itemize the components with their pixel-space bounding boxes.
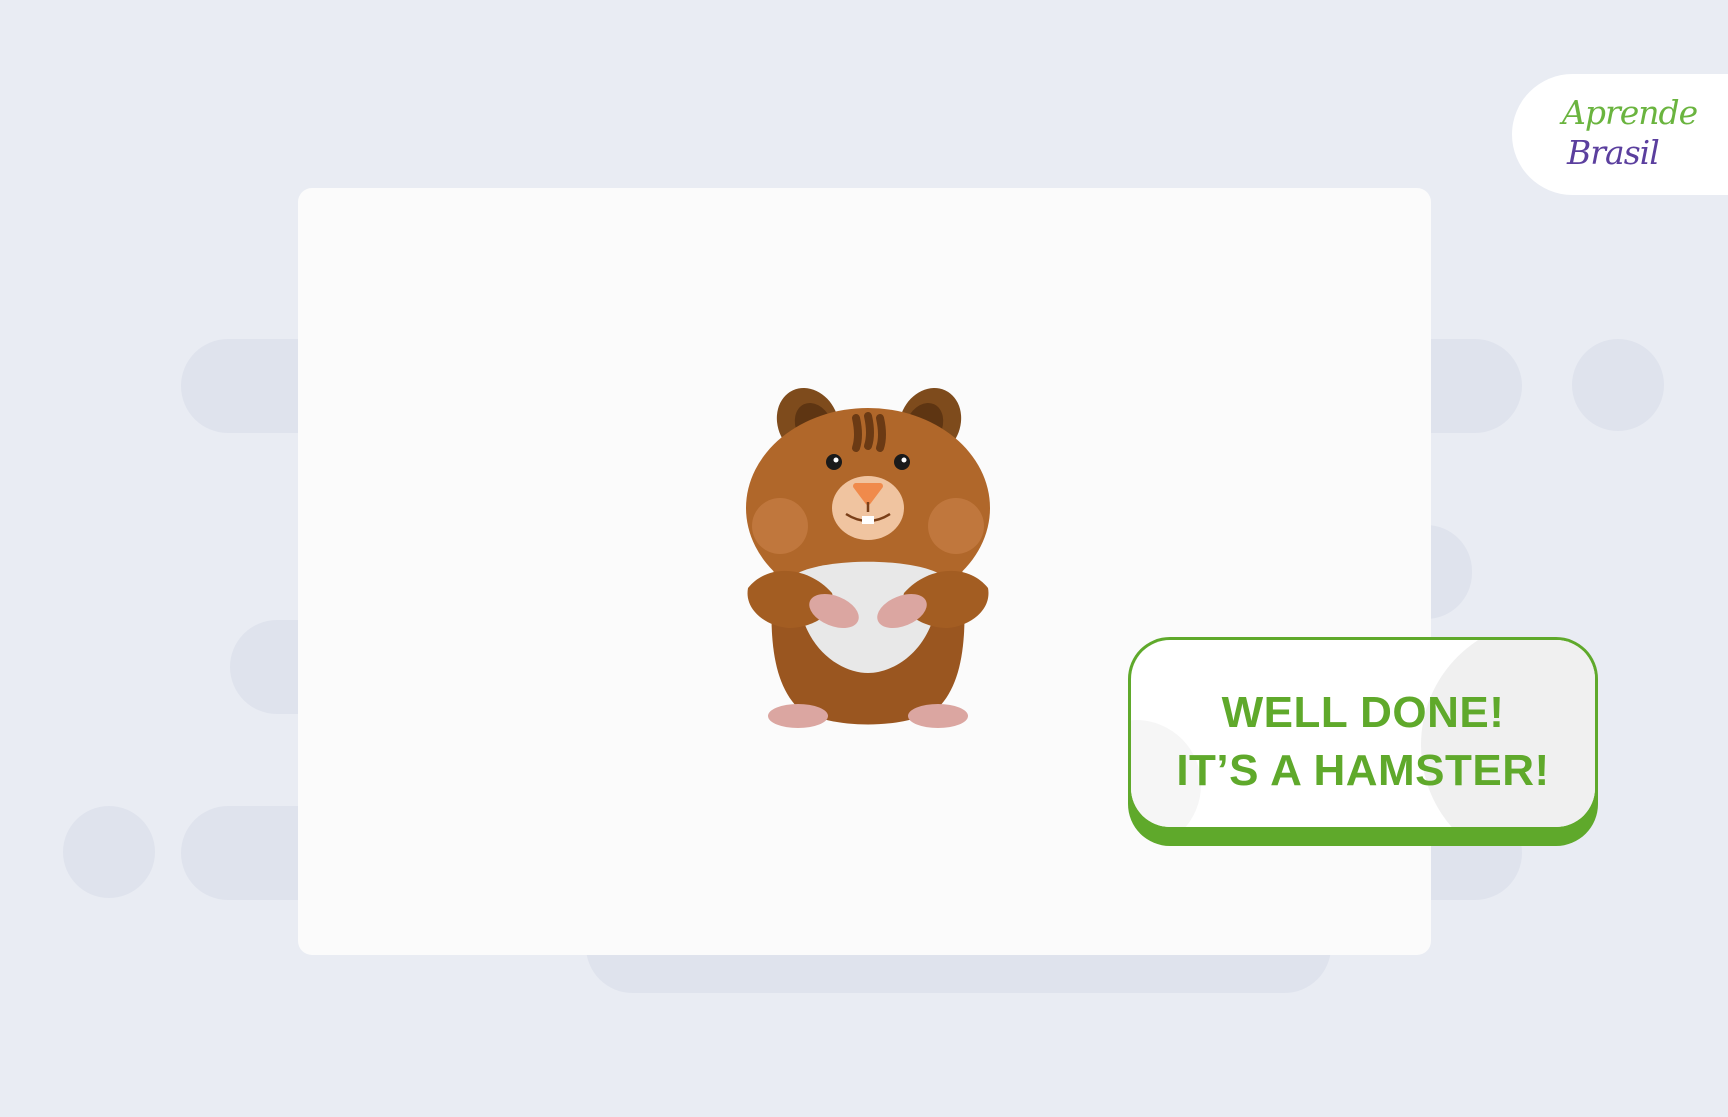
logo-word-aprende: Aprende	[1562, 93, 1698, 132]
feedback-line-1: WELL DONE!	[1221, 688, 1505, 737]
success-feedback-banner: WELL DONE! IT’S A HAMSTER!	[1128, 637, 1598, 846]
logo-word-brasil: Brasil	[1567, 133, 1660, 172]
aprende-brasil-logo: Aprende Brasil	[1512, 74, 1728, 195]
hamster-icon	[746, 387, 990, 728]
feedback-message: WELL DONE! IT’S A HAMSTER!	[1131, 684, 1595, 800]
feedback-panel: WELL DONE! IT’S A HAMSTER!	[1131, 640, 1595, 827]
background-dot	[1572, 339, 1664, 431]
background-dot	[63, 806, 155, 898]
feedback-line-2: IT’S A HAMSTER!	[1176, 746, 1550, 795]
